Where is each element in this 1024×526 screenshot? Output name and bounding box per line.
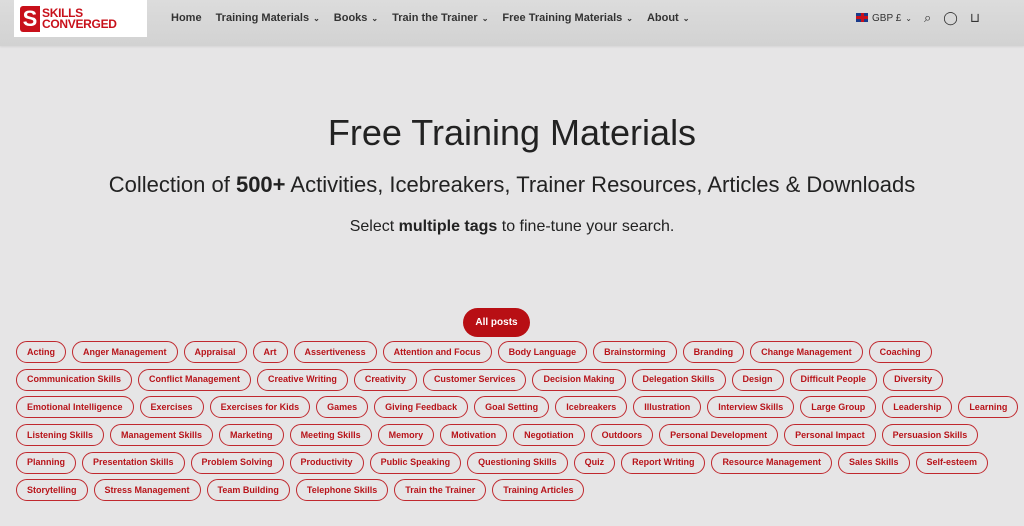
tag-creativity[interactable]: Creativity (353, 368, 417, 391)
tag-management-skills[interactable]: Management Skills (110, 424, 214, 447)
tag-goal-setting[interactable]: Goal Setting (474, 396, 550, 419)
nav-home[interactable]: Home (171, 12, 202, 24)
tag-self-esteem[interactable]: Self-esteem (915, 451, 989, 474)
tag-list: Acting Anger Management Appraisal Art Assert… (16, 341, 1019, 507)
tag-learning[interactable]: Learning (958, 396, 1019, 419)
tag-quiz[interactable]: Quiz (573, 451, 616, 474)
nav-train-the-trainer[interactable]: Train the Trainer ⌄ (392, 12, 488, 24)
tag-planning[interactable]: Planning (16, 451, 76, 474)
tag-team-building[interactable]: Team Building (206, 479, 290, 502)
tag-persuasion-skills[interactable]: Persuasion Skills (881, 424, 979, 447)
cart-icon[interactable]: ⊔ (970, 10, 980, 26)
tag-communication-skills[interactable]: Communication Skills (16, 368, 133, 391)
all-posts-button[interactable]: All posts (463, 308, 530, 337)
tag-report-writing[interactable]: Report Writing (621, 451, 706, 474)
tag-creative-writing[interactable]: Creative Writing (257, 368, 348, 391)
tag-row: Communication Skills Conflict Management C… (16, 368, 1018, 391)
tag-problem-solving[interactable]: Problem Solving (190, 451, 284, 474)
header: S SKILLS CONVERGED Home Training Material… (0, 0, 1024, 46)
tag-row: Acting Anger Management Appraisal Art Assert… (16, 341, 1018, 363)
tag-decision-making[interactable]: Decision Making (532, 368, 626, 391)
tag-negotiation[interactable]: Negotiation (513, 424, 585, 447)
tag-row: Listening Skills Management Skills Marketi… (16, 424, 1018, 447)
tag-change-management[interactable]: Change Management (750, 341, 863, 363)
logo-mark: S (20, 5, 40, 32)
tag-assertiveness[interactable]: Assertiveness (293, 341, 377, 363)
tag-sales-skills[interactable]: Sales Skills (837, 451, 910, 474)
tag-row: Emotional Intelligence Exercises Exercises… (16, 396, 1019, 419)
search-icon[interactable]: ⌕ (924, 10, 931, 26)
tag-delegation-skills[interactable]: Delegation Skills (631, 368, 726, 391)
tag-attention-and-focus[interactable]: Attention and Focus (382, 341, 492, 363)
tag-train-the-trainer[interactable]: Train the Trainer (394, 479, 487, 502)
nav-about[interactable]: About ⌄ (647, 12, 689, 24)
account-icon[interactable]: ◯ (943, 10, 958, 26)
tag-row: Storytelling Stress Management Team Buildi… (16, 479, 1018, 502)
tag-anger-management[interactable]: Anger Management (72, 341, 178, 363)
tag-games[interactable]: Games (316, 396, 369, 419)
logo-text-2: CONVERGED (42, 16, 117, 31)
tag-leadership[interactable]: Leadership (882, 396, 953, 419)
tag-exercises[interactable]: Exercises (139, 396, 204, 419)
tag-coaching[interactable]: Coaching (868, 341, 932, 363)
chevron-down-icon: ⌄ (626, 14, 633, 23)
tag-presentation-skills[interactable]: Presentation Skills (82, 451, 185, 474)
chevron-down-icon: ⌄ (905, 13, 912, 23)
currency-selector[interactable]: GBP £ ⌄ (856, 12, 912, 24)
tag-training-articles[interactable]: Training Articles (492, 479, 585, 502)
chevron-down-icon: ⌄ (371, 14, 379, 23)
tag-motivation[interactable]: Motivation (440, 424, 508, 447)
chevron-down-icon: ⌄ (481, 14, 489, 23)
tag-giving-feedback[interactable]: Giving Feedback (374, 396, 469, 419)
tag-large-group[interactable]: Large Group (800, 396, 877, 419)
tag-branding[interactable]: Branding (682, 341, 745, 363)
tag-marketing[interactable]: Marketing (219, 424, 284, 447)
tag-outdoors[interactable]: Outdoors (590, 424, 654, 447)
nav-books[interactable]: Books ⌄ (334, 12, 378, 24)
tag-memory[interactable]: Memory (377, 424, 435, 447)
tag-body-language[interactable]: Body Language (497, 341, 588, 363)
main-nav: Home Training Materials ⌄ Books ⌄ Train th… (171, 0, 689, 36)
uk-flag-icon (856, 12, 869, 22)
page-title: Free Training Materials (327, 112, 697, 153)
tag-exercises-for-kids[interactable]: Exercises for Kids (209, 396, 311, 419)
tag-meeting-skills[interactable]: Meeting Skills (289, 424, 372, 447)
tag-stress-management[interactable]: Stress Management (93, 479, 201, 502)
nav-training-materials[interactable]: Training Materials ⌄ (216, 12, 320, 24)
tag-productivity[interactable]: Productivity (289, 451, 364, 474)
nav-free-training-materials[interactable]: Free Training Materials ⌄ (502, 12, 633, 24)
tag-appraisal[interactable]: Appraisal (183, 341, 247, 363)
chevron-down-icon: ⌄ (682, 14, 690, 23)
tag-public-speaking[interactable]: Public Speaking (369, 451, 462, 474)
tag-instructions: Select multiple tags to fine-tune your s… (349, 218, 675, 235)
tag-difficult-people[interactable]: Difficult People (789, 368, 878, 391)
tag-interview-skills[interactable]: Interview Skills (707, 396, 795, 419)
tag-brainstorming[interactable]: Brainstorming (593, 341, 677, 363)
tag-personal-impact[interactable]: Personal Impact (784, 424, 876, 447)
tag-telephone-skills[interactable]: Telephone Skills (295, 479, 389, 502)
tag-art[interactable]: Art (252, 341, 288, 363)
tag-illustration[interactable]: Illustration (633, 396, 702, 419)
tag-icebreakers[interactable]: Icebreakers (555, 396, 628, 419)
chevron-down-icon: ⌄ (313, 14, 320, 23)
tag-design[interactable]: Design (731, 368, 784, 391)
tag-acting[interactable]: Acting (16, 341, 66, 363)
logo[interactable]: S SKILLS CONVERGED (14, 0, 147, 37)
tag-customer-services[interactable]: Customer Services (422, 368, 527, 391)
page-subtitle: Collection of 500+ Activities, Icebreake… (108, 172, 916, 197)
tag-diversity[interactable]: Diversity (883, 368, 944, 391)
tag-row: Planning Presentation Skills Problem Solvi… (16, 451, 1018, 474)
tag-conflict-management[interactable]: Conflict Management (138, 368, 252, 391)
tag-questioning-skills[interactable]: Questioning Skills (467, 451, 568, 474)
tag-storytelling[interactable]: Storytelling (16, 479, 88, 502)
tag-resource-management[interactable]: Resource Management (711, 451, 832, 474)
tag-personal-development[interactable]: Personal Development (659, 424, 779, 447)
tag-listening-skills[interactable]: Listening Skills (16, 424, 105, 447)
tag-emotional-intelligence[interactable]: Emotional Intelligence (16, 396, 134, 419)
